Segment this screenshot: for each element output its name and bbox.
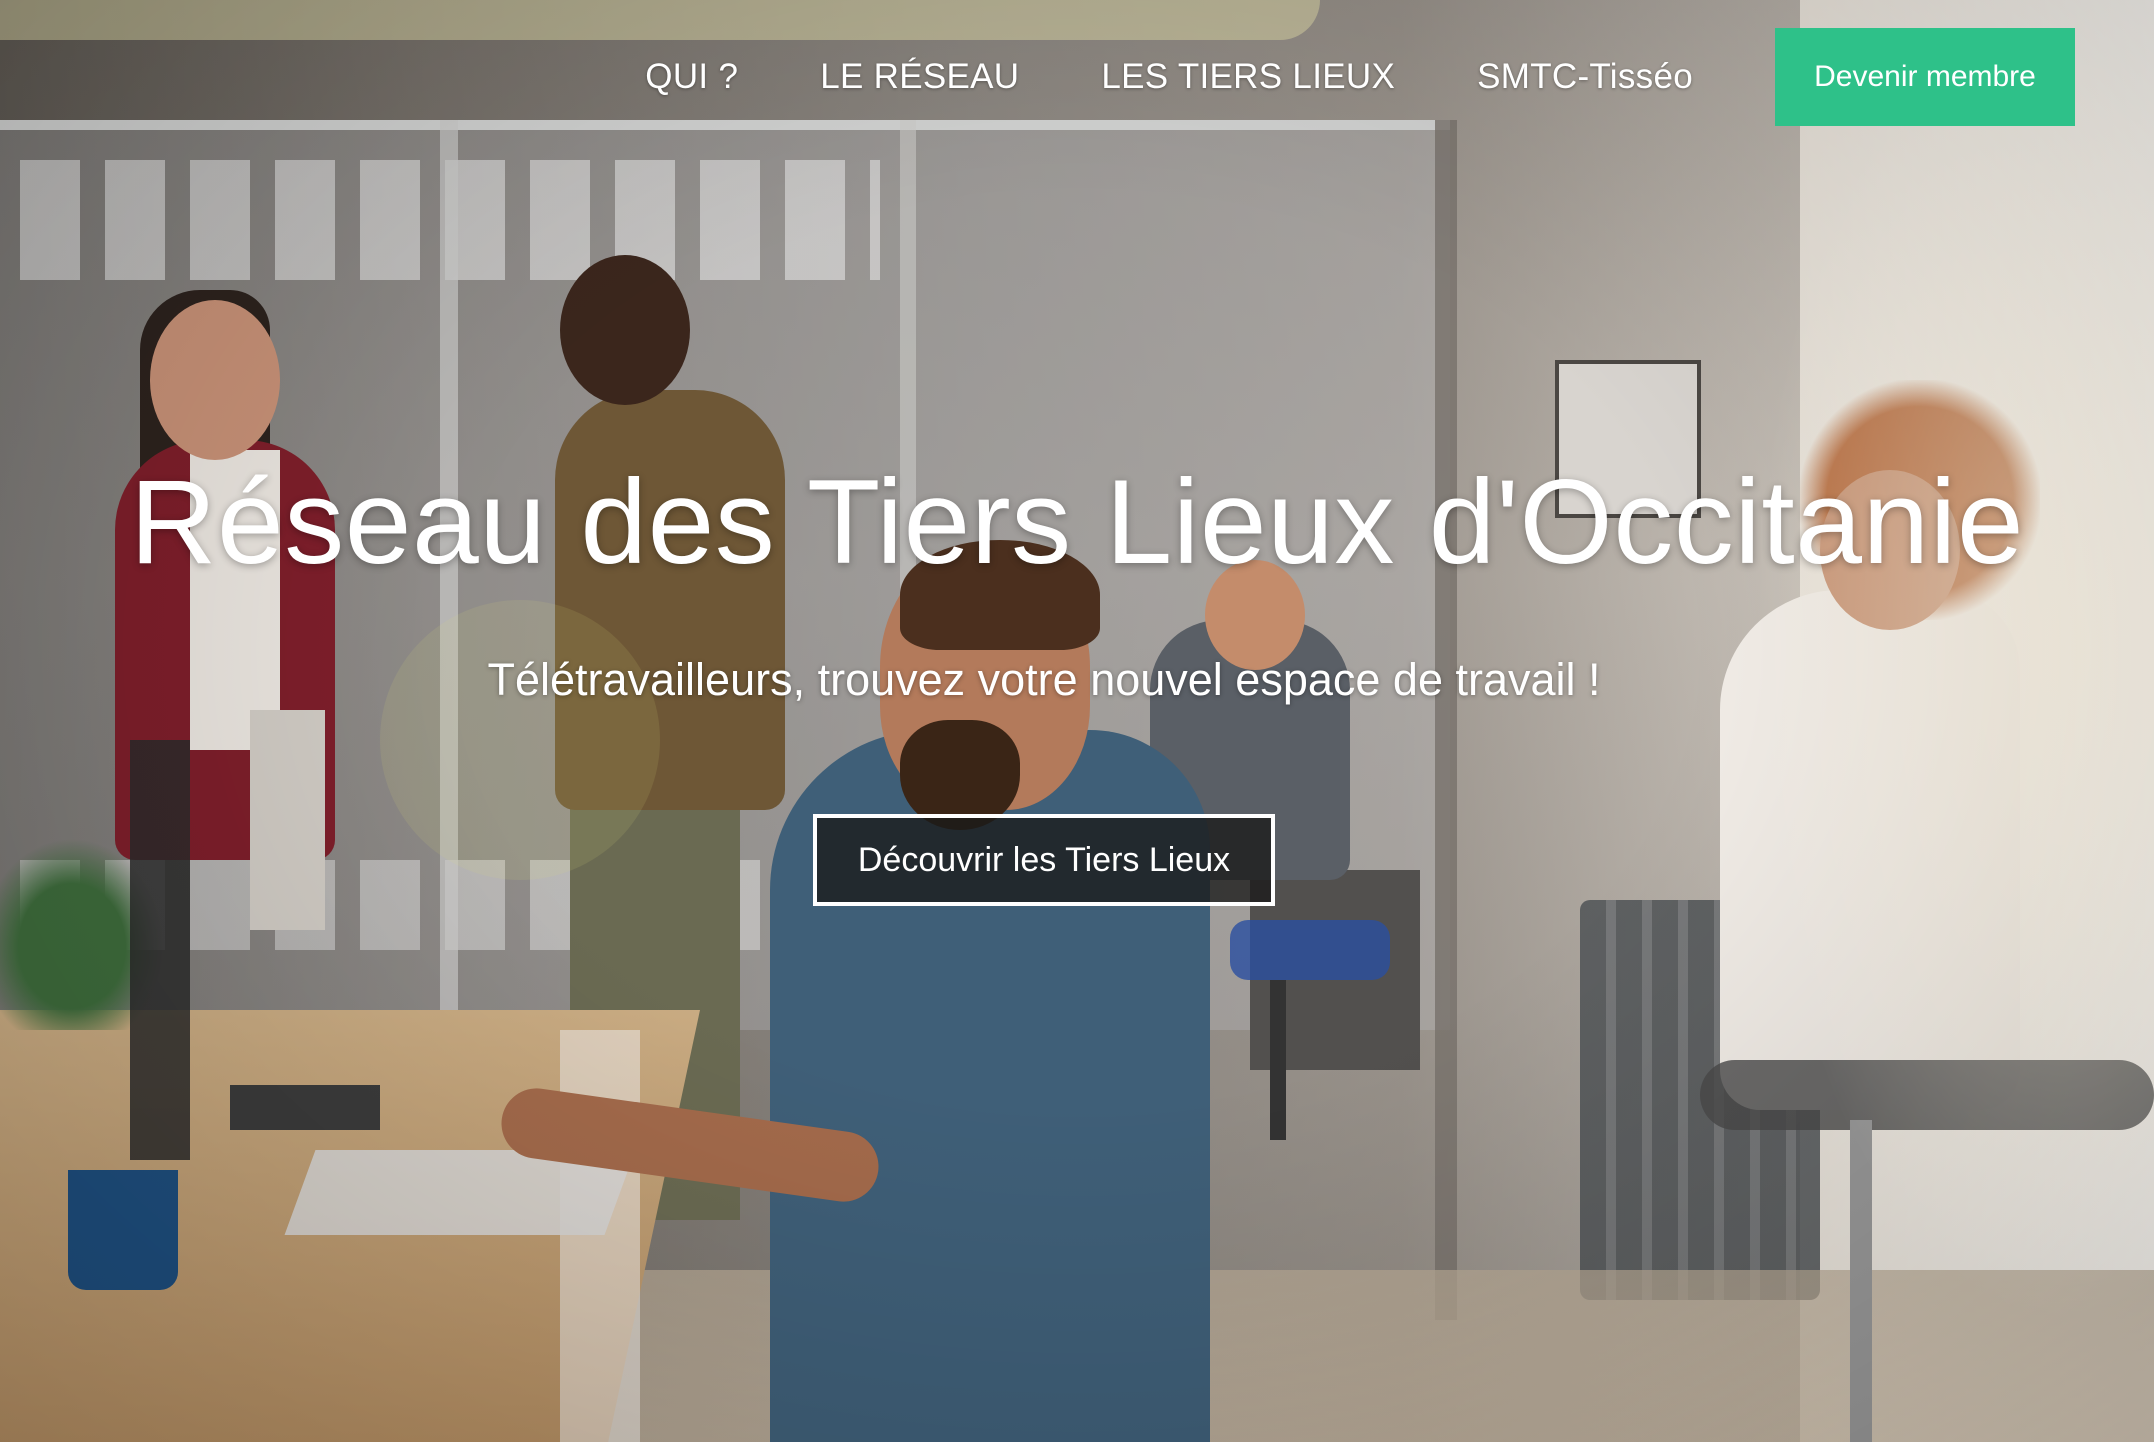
main-nav: QUI ? LE RÉSEAU LES TIERS LIEUX SMTC-Tis… — [645, 28, 2075, 126]
hero-section: QUI ? LE RÉSEAU LES TIERS LIEUX SMTC-Tis… — [0, 0, 2154, 1442]
page-title: Réseau des Tiers Lieux d'Occitanie — [129, 455, 2025, 589]
nav-link-les-tiers-lieux[interactable]: LES TIERS LIEUX — [1101, 57, 1395, 97]
discover-tiers-lieux-button[interactable]: Découvrir les Tiers Lieux — [813, 814, 1275, 906]
vignette-overlay — [0, 0, 2154, 1442]
nav-link-qui[interactable]: QUI ? — [645, 57, 738, 97]
nav-link-le-reseau[interactable]: LE RÉSEAU — [820, 57, 1019, 97]
background-photo — [0, 0, 2154, 1442]
nav-link-smtc-tisseo[interactable]: SMTC-Tisséo — [1477, 57, 1693, 97]
hero-subtitle: Télétravailleurs, trouvez votre nouvel e… — [487, 654, 1601, 705]
become-member-button[interactable]: Devenir membre — [1775, 28, 2075, 126]
